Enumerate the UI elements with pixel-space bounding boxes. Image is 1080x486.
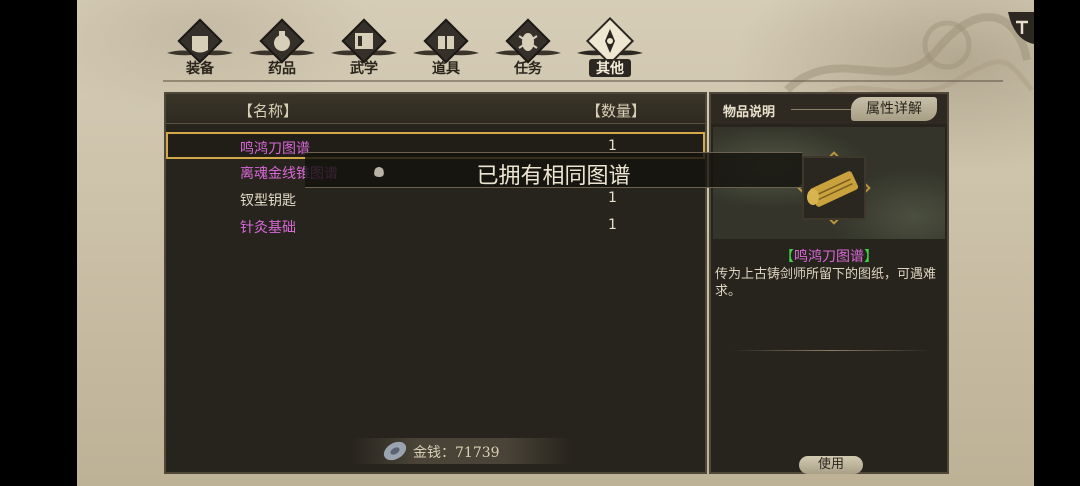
list-item[interactable]: 针灸基础 1	[166, 213, 705, 240]
description-divider	[731, 350, 931, 351]
name-bracket-open: 【	[780, 249, 794, 265]
item-detail-panel: 物品说明 属性详解 【鸣鸿刀图谱】 传为上古铸剑师所留下的图纸，可遇难求。 使用	[709, 92, 949, 474]
tab-label: 任务	[514, 61, 542, 77]
list-item[interactable]: 钗型钥匙 1	[166, 186, 705, 213]
quantity-column-header: 【数量】	[586, 102, 647, 120]
item-icon-frame	[797, 151, 871, 225]
item-name: 针灸基础	[240, 220, 296, 236]
item-description: 传为上古铸剑师所留下的图纸，可遇难求。	[715, 267, 937, 299]
item-name: 钗型钥匙	[240, 193, 296, 209]
item-name: 鸣鸿刀图谱	[240, 141, 310, 157]
tab-martial-arts[interactable]: 武学	[329, 12, 399, 82]
name-bracket-close: 】	[864, 249, 878, 265]
tab-quests[interactable]: 任务	[493, 12, 563, 82]
tab-label: 其他	[596, 61, 624, 77]
left-letterbox	[0, 0, 77, 486]
detail-title: 物品说明	[723, 105, 776, 120]
tab-label: 装备	[186, 61, 214, 77]
detail-item-name: 【鸣鸿刀图谱】	[711, 246, 947, 266]
tab-label: 武学	[350, 61, 378, 77]
item-quantity: 1	[608, 217, 617, 233]
money-display: 金钱：71739	[351, 438, 571, 464]
item-quantity: 1	[608, 190, 617, 206]
right-letterbox	[1034, 0, 1080, 486]
close-corner-button[interactable]	[1004, 10, 1034, 44]
tab-medicine[interactable]: 药品	[247, 12, 317, 82]
header-divider	[791, 109, 851, 110]
detail-header: 物品说明 属性详解	[711, 94, 947, 124]
notification-toast: 已拥有相同图谱	[305, 152, 802, 189]
category-tabs: 装备 药品 武学 道具 任务 其他	[165, 12, 665, 82]
tab-label: 药品	[268, 61, 296, 77]
tab-other[interactable]: 其他	[575, 12, 645, 82]
silver-ingot-icon	[383, 441, 407, 461]
money-amount: 金钱：71739	[413, 445, 500, 461]
detail-item-name-text: 鸣鸿刀图谱	[794, 249, 864, 265]
tab-divider	[163, 80, 1003, 82]
tab-label: 道具	[432, 61, 460, 77]
list-header: 【名称】 【数量】	[166, 94, 705, 124]
inventory-screen: 装备 药品 武学 道具 任务 其他 【名称】 【数量】 鸣鸿刀图谱 1 离魂金线…	[77, 0, 1034, 486]
toast-message: 已拥有相同图谱	[476, 164, 631, 189]
use-button[interactable]: 使用	[799, 456, 863, 474]
item-list-panel: 【名称】 【数量】 鸣鸿刀图谱 1 离魂金线锥图谱 1 钗型钥匙 1 针灸基础 …	[164, 92, 707, 474]
tab-items[interactable]: 道具	[411, 12, 481, 82]
tab-equipment[interactable]: 装备	[165, 12, 235, 82]
name-column-header: 【名称】	[238, 102, 299, 120]
attribute-details-button[interactable]: 属性详解	[851, 97, 937, 121]
